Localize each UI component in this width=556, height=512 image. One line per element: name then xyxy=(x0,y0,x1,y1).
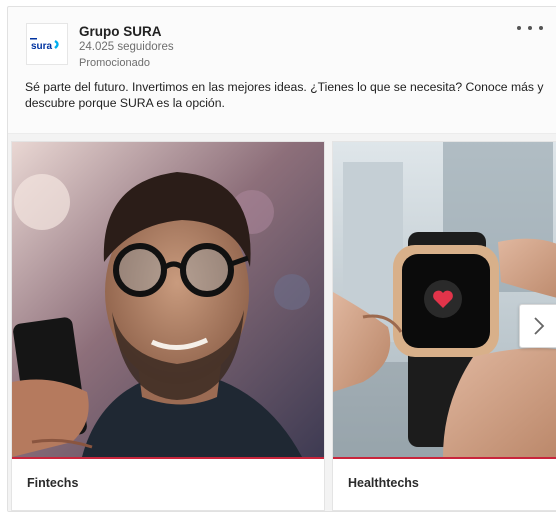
man-with-phone-image xyxy=(12,142,324,457)
carousel: Fintechs Healthtechs xyxy=(8,134,556,511)
more-options-icon[interactable] xyxy=(517,21,543,35)
card-label[interactable]: Healthtechs xyxy=(348,476,419,490)
card-accent-line xyxy=(12,457,324,459)
svg-text:sura: sura xyxy=(31,41,53,52)
card-accent-line xyxy=(333,457,556,459)
smartwatch-image xyxy=(333,142,556,457)
sura-logo-icon: sura xyxy=(30,38,59,52)
follower-count: 24.025 seguidores xyxy=(79,41,174,53)
post-text: Sé parte del futuro. Invertimos en las m… xyxy=(25,80,544,110)
chevron-right-icon xyxy=(534,317,545,335)
sponsored-post-card: sura Grupo SURA 24.025 seguidores Promoc… xyxy=(7,6,556,512)
carousel-next-button[interactable] xyxy=(519,304,556,348)
post-header: sura Grupo SURA 24.025 seguidores Promoc… xyxy=(8,7,556,77)
company-name[interactable]: Grupo SURA xyxy=(79,24,162,39)
promoted-label: Promocionado xyxy=(79,57,150,69)
carousel-card-fintechs[interactable]: Fintechs xyxy=(11,141,325,511)
company-logo[interactable]: sura xyxy=(26,23,68,65)
card-label[interactable]: Fintechs xyxy=(27,476,78,490)
